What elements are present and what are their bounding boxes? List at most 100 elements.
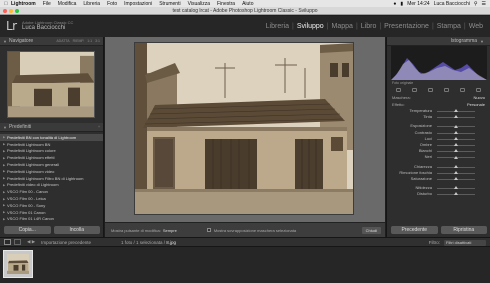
slider-knob[interactable] [454, 186, 458, 190]
histogram-header[interactable]: Istogramma ▼ [387, 37, 490, 46]
preset-folder[interactable]: ▶ Predefiniti Lightroom generali [0, 161, 103, 168]
apple-icon[interactable]:  [4, 1, 11, 7]
preset-folder[interactable]: ▶ VSCO Film 00 - Sony [0, 202, 103, 209]
edit-pins-label: Mostra pulsante di modifica: [111, 227, 161, 233]
menubar-user[interactable]: Luca Bacciocchi [434, 1, 470, 7]
slider-knob[interactable] [454, 170, 458, 174]
spotlight-icon[interactable]: ⚲ [474, 1, 478, 7]
collapse-triangle-icon[interactable]: ▼ [480, 39, 484, 44]
slider-label: Chiarezza [413, 163, 432, 169]
mask-overlay-label: Mostra sovrapposizione maschera selezion… [213, 227, 297, 233]
slider-knob[interactable] [454, 130, 458, 134]
slider-knob[interactable] [454, 164, 458, 168]
mask-overlay-checkbox[interactable] [206, 228, 211, 232]
secondary-window-icon[interactable] [4, 239, 11, 245]
menu-impostazioni[interactable]: Impostazioni [124, 1, 152, 7]
slider-knob[interactable] [454, 143, 458, 147]
zoom-fit-option[interactable]: ADATTA [56, 39, 69, 43]
module-presentazione[interactable]: Presentazione [381, 23, 432, 30]
preset-folder[interactable]: ▶ Predefiniti Lightroom video [0, 168, 103, 175]
module-libro[interactable]: Libro [358, 23, 380, 30]
maximize-window-button[interactable] [15, 8, 19, 13]
navigator-preview[interactable] [7, 51, 95, 118]
slider-knob[interactable] [454, 115, 458, 119]
histogram-graph [391, 58, 487, 80]
canvas-toolbar: Mostra pulsante di modifica: Sempre Most… [105, 222, 385, 237]
wifi-icon[interactable]: ● [393, 1, 396, 7]
grid-view-icon[interactable] [14, 239, 21, 245]
preset-folder[interactable]: ▶ Predefiniti BN con tonalità di Lightroo… [0, 134, 103, 141]
slider-label: Luci [424, 135, 432, 141]
brush-tool-icon[interactable] [475, 88, 481, 92]
filmstrip-source[interactable]: Importazione precedente [41, 240, 91, 245]
preset-folder[interactable]: ▶ Predefiniti video di Lightroom [0, 182, 103, 189]
slider-knob[interactable] [454, 192, 458, 196]
menubar-clock[interactable]: Mer 14:24 [407, 1, 430, 7]
edit-pins-select[interactable]: Sempre [163, 228, 177, 233]
menu-foto[interactable]: Foto [107, 1, 117, 7]
radial-filter-icon[interactable] [459, 88, 465, 92]
preset-folder[interactable]: ▶ VSCO Film 01 L4R Canon [0, 216, 103, 223]
menu-modifica[interactable]: Modifica [58, 1, 77, 7]
menu-finestra[interactable]: Finestra [217, 1, 235, 7]
tool-strip [391, 87, 486, 93]
module-libreria[interactable]: Libreria [263, 23, 292, 30]
left-panel: ▼ Navigatore ADATTA RIEMP. 1:1 3:1 ▼ Pre… [0, 37, 104, 237]
module-mappa[interactable]: Mappa [329, 23, 356, 30]
menu-visualizza[interactable]: Visualizza [188, 1, 210, 7]
minimize-window-button[interactable] [9, 8, 13, 13]
slider-knob[interactable] [454, 155, 458, 159]
graduated-filter-icon[interactable] [443, 88, 449, 92]
zoom-fill-option[interactable]: RIEMP. [73, 39, 85, 43]
preset-folder[interactable]: ▶ Predefiniti Lightroom colore [0, 148, 103, 155]
zoom-3-1-option[interactable]: 3:1 [95, 39, 100, 43]
module-web[interactable]: Web [466, 23, 486, 30]
red-eye-icon[interactable] [428, 88, 434, 92]
photo-image [135, 43, 353, 214]
add-preset-icon[interactable]: + [98, 125, 100, 129]
module-sviluppo[interactable]: Sviluppo [294, 23, 327, 30]
filmstrip-thumbnail[interactable] [3, 250, 33, 278]
preset-folder[interactable]: ▶ VSCO Film 00 - Canon [0, 188, 103, 195]
previous-button[interactable]: Precedente [391, 226, 438, 234]
reset-button[interactable]: Ripristina [440, 226, 487, 234]
slider-knob[interactable] [454, 109, 458, 113]
preset-folder[interactable]: ▶ Predefiniti Lightroom Filtro BN di Ligh… [0, 175, 103, 182]
zoom-1-1-option[interactable]: 1:1 [87, 39, 92, 43]
slider-knob[interactable] [454, 177, 458, 181]
slider-label: Rimozione foschia [399, 169, 432, 175]
mask-new-button[interactable]: Nuovo [473, 95, 485, 100]
presets-header[interactable]: ▼ Predefiniti + [0, 123, 103, 132]
battery-icon[interactable]: ▮ [400, 1, 403, 7]
navigator-photo [8, 52, 94, 117]
collapse-triangle-icon[interactable]: ▼ [3, 39, 7, 44]
module-stampa[interactable]: Stampa [434, 23, 464, 30]
navigator-header[interactable]: ▼ Navigatore ADATTA RIEMP. 1:1 3:1 [0, 37, 103, 46]
close-window-button[interactable] [3, 8, 7, 13]
filter-label: Filtro: [428, 240, 440, 245]
collapse-triangle-icon[interactable]: ▼ [3, 125, 7, 130]
slider-knob[interactable] [454, 149, 458, 153]
menu-libreria[interactable]: Libreria [83, 1, 100, 7]
back-forward-arrows-icon[interactable]: ◀ ▶ [27, 239, 35, 245]
menu-lightroom[interactable]: Lightroom [11, 1, 36, 7]
spot-removal-icon[interactable] [412, 88, 418, 92]
menu-file[interactable]: File [43, 1, 51, 7]
menu-strumenti[interactable]: Strumenti [159, 1, 180, 7]
preset-folder[interactable]: ▶ VSCO Film 00 - Leica [0, 195, 103, 202]
preset-folder[interactable]: ▶ Predefiniti Lightroom BN [0, 141, 103, 148]
paste-settings-button[interactable]: Incolla [53, 226, 100, 234]
filter-select[interactable]: Filtri disattivati [444, 239, 486, 246]
effect-select[interactable]: Personale [467, 102, 485, 107]
slider-knob[interactable] [454, 136, 458, 140]
preset-folder[interactable]: ▶ Predefiniti Lightroom effetti [0, 154, 103, 161]
main-photo[interactable] [134, 42, 354, 215]
menu-list-icon[interactable]: ☰ [482, 1, 486, 7]
close-tool-button[interactable]: Chiudi [361, 227, 381, 234]
crop-tool-icon[interactable] [396, 88, 402, 92]
preset-folder[interactable]: ▶ VSCO Film 01 Canon [0, 209, 103, 216]
copy-settings-button[interactable]: Copia... [4, 226, 51, 234]
menu-aiuto[interactable]: Aiuto [242, 1, 253, 7]
slider-knob[interactable] [454, 124, 458, 128]
histogram[interactable] [391, 46, 487, 80]
